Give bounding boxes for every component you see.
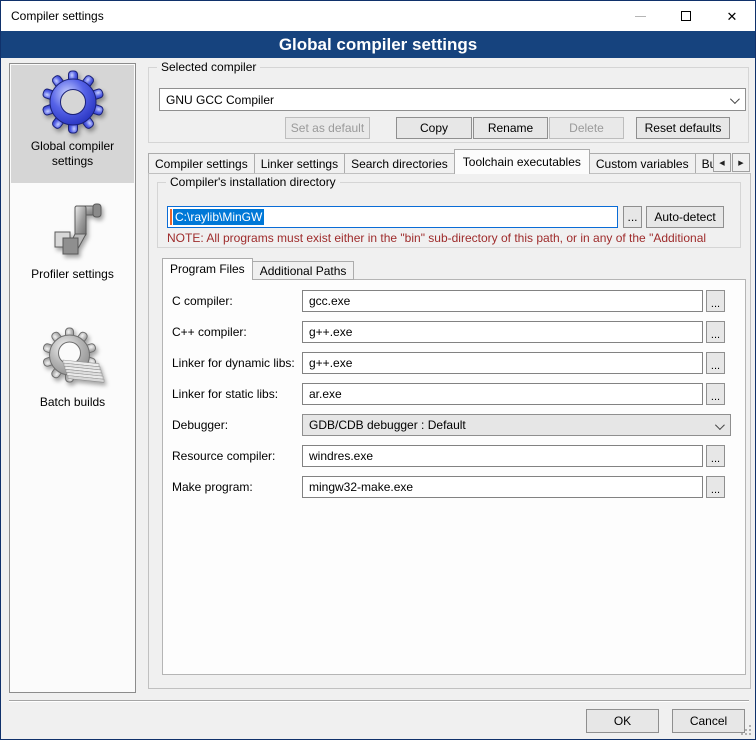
compiler-tabs: Compiler settings Linker settings Search… [148, 149, 714, 174]
field-label: C compiler: [172, 294, 233, 308]
window-controls: ✕ [617, 1, 755, 31]
field-value: g++.exe [309, 325, 352, 339]
minimize-icon [635, 16, 646, 17]
tab-scroll-left-button[interactable]: ◀ [713, 153, 731, 172]
linker-static-browse-button[interactable]: ... [706, 383, 725, 405]
tab-build-options-clipped[interactable]: Builc [695, 153, 714, 174]
delete-button[interactable]: Delete [549, 117, 624, 139]
tab-linker-settings[interactable]: Linker settings [254, 153, 345, 174]
linker-dynamic-browse-button[interactable]: ... [706, 352, 725, 374]
gray-gear-stack-icon [41, 326, 105, 390]
ellipsis-icon: ... [711, 390, 720, 404]
field-label: Linker for static libs: [172, 387, 278, 401]
resource-compiler-browse-button[interactable]: ... [706, 445, 725, 467]
make-program-input[interactable]: mingw32-make.exe [302, 476, 703, 498]
close-icon: ✕ [727, 10, 738, 23]
field-row-linker-dynamic: Linker for dynamic libs: g++.exe ... [163, 352, 745, 374]
tab-toolchain-executables[interactable]: Toolchain executables [454, 149, 590, 174]
sidebar-item-profiler-settings[interactable]: Profiler settings [11, 193, 134, 311]
field-value: gcc.exe [309, 294, 350, 308]
tab-additional-paths[interactable]: Additional Paths [252, 261, 355, 280]
selected-compiler-group-label: Selected compiler [157, 60, 260, 74]
caliper-icon [41, 198, 105, 262]
bin-directory-note: NOTE: All programs must exist either in … [167, 231, 741, 245]
field-row-c-compiler: C compiler: gcc.exe ... [163, 290, 745, 312]
sidebar-item-label: Profiler settings [11, 267, 134, 282]
tab-compiler-settings[interactable]: Compiler settings [148, 153, 255, 174]
minimize-button[interactable] [617, 1, 663, 31]
set-as-default-button[interactable]: Set as default [285, 117, 370, 139]
field-label: C++ compiler: [172, 325, 247, 339]
c-compiler-browse-button[interactable]: ... [706, 290, 725, 312]
close-button[interactable]: ✕ [709, 1, 755, 31]
field-row-make-program: Make program: mingw32-make.exe ... [163, 476, 745, 498]
rename-button[interactable]: Rename [473, 117, 548, 139]
make-program-browse-button[interactable]: ... [706, 476, 725, 498]
field-value: mingw32-make.exe [309, 480, 413, 494]
field-value: windres.exe [309, 449, 373, 463]
cpp-compiler-browse-button[interactable]: ... [706, 321, 725, 343]
blue-gear-icon [41, 70, 105, 134]
copy-button[interactable]: Copy [396, 117, 472, 139]
sidebar: Global compiler settings Profile [9, 63, 136, 693]
linker-dynamic-input[interactable]: g++.exe [302, 352, 703, 374]
c-compiler-input[interactable]: gcc.exe [302, 290, 703, 312]
field-row-linker-static: Linker for static libs: ar.exe ... [163, 383, 745, 405]
sidebar-item-label: Batch builds [11, 395, 134, 410]
field-label: Resource compiler: [172, 449, 275, 463]
resize-grip[interactable] [741, 725, 751, 735]
auto-detect-button[interactable]: Auto-detect [646, 206, 724, 228]
tab-custom-variables[interactable]: Custom variables [589, 153, 696, 174]
debugger-select-value: GDB/CDB debugger : Default [309, 418, 466, 432]
browse-directory-button[interactable]: ... [623, 206, 642, 228]
sidebar-item-batch-builds[interactable]: Batch builds [11, 321, 134, 439]
tab-search-directories[interactable]: Search directories [344, 153, 455, 174]
reset-defaults-button[interactable]: Reset defaults [636, 117, 730, 139]
installation-directory-group-label: Compiler's installation directory [166, 175, 340, 189]
ellipsis-icon: ... [711, 359, 720, 373]
program-files-tabs: Program Files Additional Paths [162, 258, 353, 280]
page-title: Global compiler settings [1, 31, 755, 58]
field-label: Debugger: [172, 418, 228, 432]
field-row-debugger: Debugger: GDB/CDB debugger : Default [163, 414, 745, 436]
maximize-icon [681, 11, 691, 21]
footer-divider [9, 700, 749, 702]
sidebar-item-global-compiler-settings[interactable]: Global compiler settings [11, 65, 134, 183]
titlebar: Compiler settings ✕ [1, 1, 755, 31]
window-title: Compiler settings [11, 9, 104, 23]
tab-program-files[interactable]: Program Files [162, 258, 253, 280]
compiler-select-value: GNU GCC Compiler [166, 93, 274, 107]
chevron-down-icon [730, 94, 740, 104]
ellipsis-icon: ... [711, 328, 720, 342]
linker-static-input[interactable]: ar.exe [302, 383, 703, 405]
field-value: ar.exe [309, 387, 342, 401]
resource-compiler-input[interactable]: windres.exe [302, 445, 703, 467]
compiler-settings-dialog: Compiler settings ✕ Global compiler sett… [0, 0, 756, 740]
arrow-right-icon: ▶ [738, 159, 743, 167]
field-value: g++.exe [309, 356, 352, 370]
compiler-select[interactable]: GNU GCC Compiler [159, 88, 746, 111]
field-row-resource-compiler: Resource compiler: windres.exe ... [163, 445, 745, 467]
chevron-down-icon [715, 420, 725, 430]
debugger-select[interactable]: GDB/CDB debugger : Default [302, 414, 731, 436]
installation-directory-input[interactable]: C:\raylib\MinGW [167, 206, 618, 228]
installation-directory-value: C:\raylib\MinGW [173, 209, 264, 225]
cpp-compiler-input[interactable]: g++.exe [302, 321, 703, 343]
arrow-left-icon: ◀ [719, 159, 724, 167]
cancel-button[interactable]: Cancel [672, 709, 745, 733]
field-row-cpp-compiler: C++ compiler: g++.exe ... [163, 321, 745, 343]
tab-scroll-right-button[interactable]: ▶ [732, 153, 750, 172]
field-label: Linker for dynamic libs: [172, 356, 295, 370]
ellipsis-icon: ... [711, 452, 720, 466]
program-files-page: C compiler: gcc.exe ... C++ compiler: g+… [162, 279, 746, 675]
maximize-button[interactable] [663, 1, 709, 31]
ellipsis-icon: ... [711, 483, 720, 497]
selected-compiler-group: Selected compiler GNU GCC Compiler Set a… [148, 67, 749, 143]
sidebar-item-label: Global compiler settings [11, 139, 134, 169]
ok-button[interactable]: OK [586, 709, 659, 733]
text-caret [170, 209, 172, 225]
ellipsis-icon: ... [711, 297, 720, 311]
field-label: Make program: [172, 480, 253, 494]
